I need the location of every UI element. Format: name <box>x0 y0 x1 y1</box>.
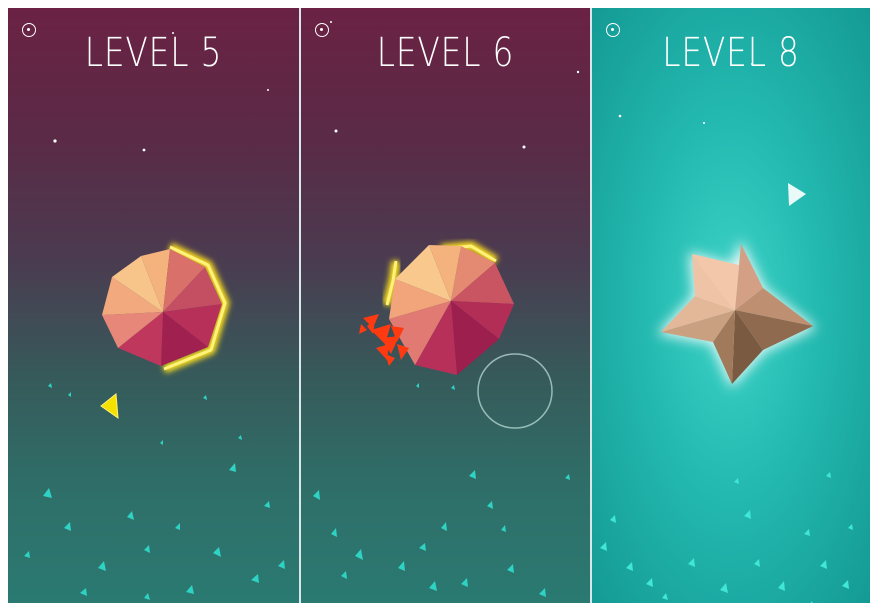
teal-particles <box>313 383 570 597</box>
level-5-screen: LEVEL 5 <box>8 8 299 603</box>
level-title: LEVEL 5 <box>84 30 223 76</box>
level-8-playfield <box>600 63 853 603</box>
player-ship[interactable] <box>788 183 806 206</box>
octagon-enemy <box>382 241 514 375</box>
player-ship[interactable] <box>100 393 119 420</box>
level-6-playfield <box>313 21 580 597</box>
touch-target-ring[interactable] <box>477 353 553 429</box>
octagon-enemy <box>102 242 230 374</box>
level-6-screen: LEVEL 6 <box>301 8 590 603</box>
teal-particles <box>24 383 285 600</box>
level-title: LEVEL 8 <box>662 30 800 76</box>
teal-particles <box>600 472 853 603</box>
level-8-screen: LEVEL 8 <box>592 8 870 603</box>
level-5-playfield <box>24 32 285 600</box>
level-title: LEVEL 6 <box>376 30 515 76</box>
star-enemy <box>657 240 817 388</box>
